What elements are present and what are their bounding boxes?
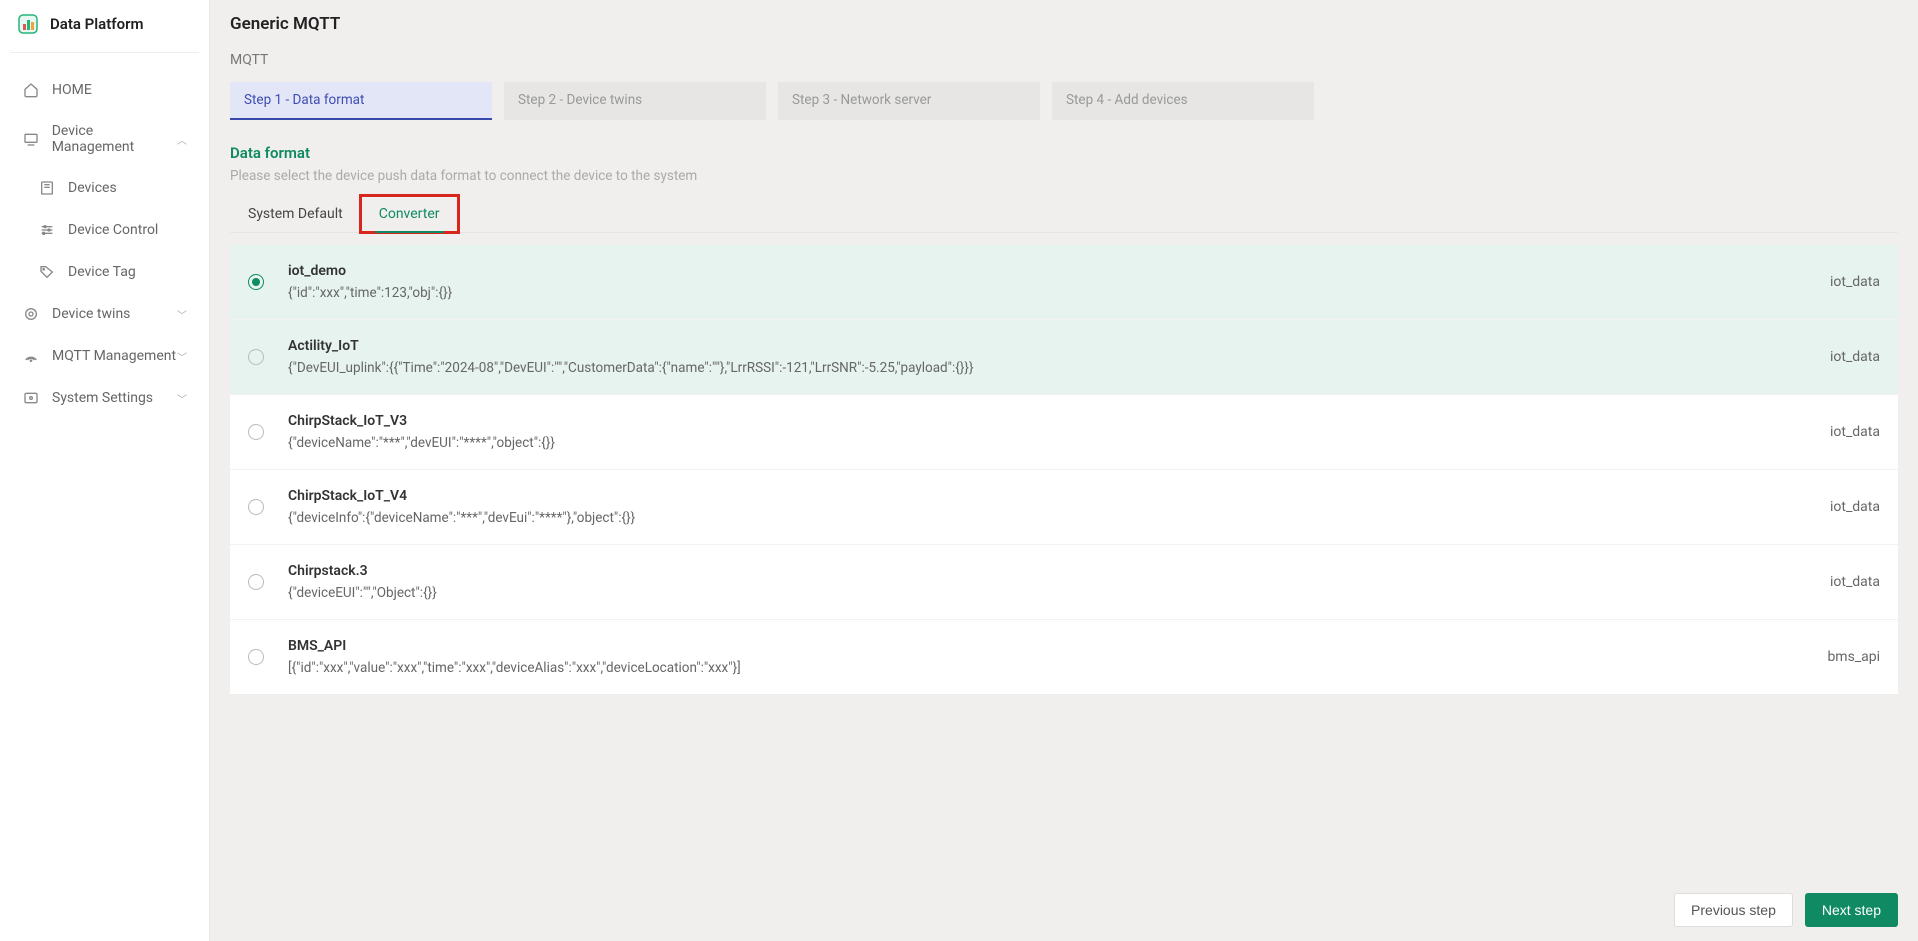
converter-option-row[interactable]: BMS_API [{"id":"xxx","value":"xxx","time"…: [230, 619, 1898, 694]
control-icon: [38, 221, 56, 239]
previous-step-button[interactable]: Previous step: [1674, 893, 1793, 927]
radio-button[interactable]: [248, 349, 264, 365]
converter-options: iot_demo {"id":"xxx","time":123,"obj":{}}…: [230, 245, 1898, 694]
sidebar-item-label: MQTT Management: [52, 348, 176, 364]
main-body: MQTT Step 1 - Data format Step 2 - Device…: [210, 44, 1918, 878]
chevron-down-icon: ﹀: [177, 391, 187, 406]
option-title: iot_demo: [288, 263, 1806, 279]
section-title: Data format: [230, 144, 1898, 162]
option-body: Chirpstack.3 {"deviceEUI":"","Object":{}}: [288, 563, 1806, 601]
settings-icon: [22, 389, 40, 407]
next-step-button[interactable]: Next step: [1805, 893, 1898, 927]
chevron-down-icon: ﹀: [177, 307, 187, 322]
radio-button[interactable]: [248, 274, 264, 290]
sidebar-item-label: Device Management: [52, 123, 177, 155]
main: Generic MQTT MQTT Step 1 - Data formatSt…: [210, 0, 1918, 941]
option-body: ChirpStack_IoT_V3 {"deviceName":"***","de…: [288, 413, 1806, 451]
devices-icon: [22, 130, 40, 148]
wizard-step-2[interactable]: Step 2 - Device twins: [504, 82, 766, 120]
radio-button[interactable]: [248, 424, 264, 440]
mqtt-icon: [22, 347, 40, 365]
brand-title: Data Platform: [50, 15, 144, 33]
sidebar-item-device-control[interactable]: Device Control: [0, 209, 209, 251]
option-body: BMS_API [{"id":"xxx","value":"xxx","time"…: [288, 638, 1803, 676]
tab-converter[interactable]: Converter: [361, 196, 458, 232]
option-description: {"id":"xxx","time":123,"obj":{}}: [288, 285, 1806, 301]
sidebar-item-label: HOME: [52, 82, 92, 98]
home-icon: [22, 81, 40, 99]
converter-option-row[interactable]: ChirpStack_IoT_V4 {"deviceInfo":{"deviceN…: [230, 469, 1898, 544]
option-tag: iot_data: [1830, 349, 1880, 365]
sidebar-item-home[interactable]: HOME: [0, 69, 209, 111]
sidebar-item-label: Device Tag: [68, 264, 136, 280]
device-icon: [38, 179, 56, 197]
option-description: [{"id":"xxx","value":"xxx","time":"xxx",…: [288, 660, 1803, 676]
chevron-down-icon: ﹀: [177, 349, 187, 364]
brand-logo-icon: [16, 12, 40, 36]
converter-option-row[interactable]: Chirpstack.3 {"deviceEUI":"","Object":{}}…: [230, 544, 1898, 619]
sidebar-nav: HOME Device Management︿ Devices Device Cont…: [0, 65, 209, 423]
option-body: iot_demo {"id":"xxx","time":123,"obj":{}}: [288, 263, 1806, 301]
wizard-step-3[interactable]: Step 3 - Network server: [778, 82, 1040, 120]
option-title: BMS_API: [288, 638, 1803, 654]
option-tag: iot_data: [1830, 274, 1880, 290]
converter-option-row[interactable]: Actility_IoT {"DevEUI_uplink":{{"Time":"2…: [230, 319, 1898, 394]
option-title: Actility_IoT: [288, 338, 1806, 354]
option-description: {"deviceName":"***","devEUI":"****","obj…: [288, 435, 1806, 451]
sidebar-item-system-settings[interactable]: System Settings ﹀: [0, 377, 209, 419]
wizard-footer: Previous step Next step: [210, 878, 1918, 941]
sidebar-item-device-twins[interactable]: Device twins ﹀: [0, 293, 209, 335]
option-body: Actility_IoT {"DevEUI_uplink":{{"Time":"2…: [288, 338, 1806, 376]
radio-button[interactable]: [248, 574, 264, 590]
wizard-step-1[interactable]: Step 1 - Data format: [230, 82, 492, 120]
sidebar-item-devices[interactable]: Devices: [0, 167, 209, 209]
option-title: ChirpStack_IoT_V4: [288, 488, 1806, 504]
section-subtitle: Please select the device push data forma…: [230, 168, 1898, 184]
option-description: {"DevEUI_uplink":{{"Time":"2024-08","Dev…: [288, 360, 1806, 376]
sidebar-item-mqtt-management[interactable]: MQTT Management﹀: [0, 335, 209, 377]
option-description: {"deviceEUI":"","Object":{}}: [288, 585, 1806, 601]
option-title: ChirpStack_IoT_V3: [288, 413, 1806, 429]
wizard-step-4[interactable]: Step 4 - Add devices: [1052, 82, 1314, 120]
chevron-up-icon: ︿: [177, 132, 187, 147]
wizard-steps: Step 1 - Data format Step 2 - Device twin…: [230, 82, 1898, 120]
page-title: Generic MQTT: [210, 0, 1918, 44]
sidebar-item-device-tag[interactable]: Device Tag: [0, 251, 209, 293]
sidebar-item-label: Devices: [68, 180, 117, 196]
option-tag: iot_data: [1830, 499, 1880, 515]
option-title: Chirpstack.3: [288, 563, 1806, 579]
sidebar-divider: [10, 52, 199, 53]
sidebar-header: Data Platform: [0, 0, 209, 48]
twins-icon: [22, 305, 40, 323]
radio-button[interactable]: [248, 499, 264, 515]
breadcrumb: MQTT: [230, 52, 1898, 68]
converter-option-row[interactable]: iot_demo {"id":"xxx","time":123,"obj":{}}…: [230, 245, 1898, 319]
option-tag: iot_data: [1830, 424, 1880, 440]
format-tabs: System DefaultConverter: [230, 196, 1898, 233]
option-body: ChirpStack_IoT_V4 {"deviceInfo":{"deviceN…: [288, 488, 1806, 526]
option-tag: bms_api: [1827, 649, 1880, 665]
sidebar-item-label: Device twins: [52, 306, 130, 322]
sidebar: Data Platform HOMEDevice Management︿Devi…: [0, 0, 210, 941]
tab-system-default[interactable]: System Default: [230, 196, 361, 232]
tag-icon: [38, 263, 56, 281]
converter-option-row[interactable]: ChirpStack_IoT_V3 {"deviceName":"***","de…: [230, 394, 1898, 469]
sidebar-item-label: System Settings: [52, 390, 153, 406]
sidebar-item-label: Device Control: [68, 222, 158, 238]
sidebar-item-device-management[interactable]: Device Management︿: [0, 111, 209, 167]
option-tag: iot_data: [1830, 574, 1880, 590]
option-description: {"deviceInfo":{"deviceName":"***","devEu…: [288, 510, 1806, 526]
radio-button[interactable]: [248, 649, 264, 665]
